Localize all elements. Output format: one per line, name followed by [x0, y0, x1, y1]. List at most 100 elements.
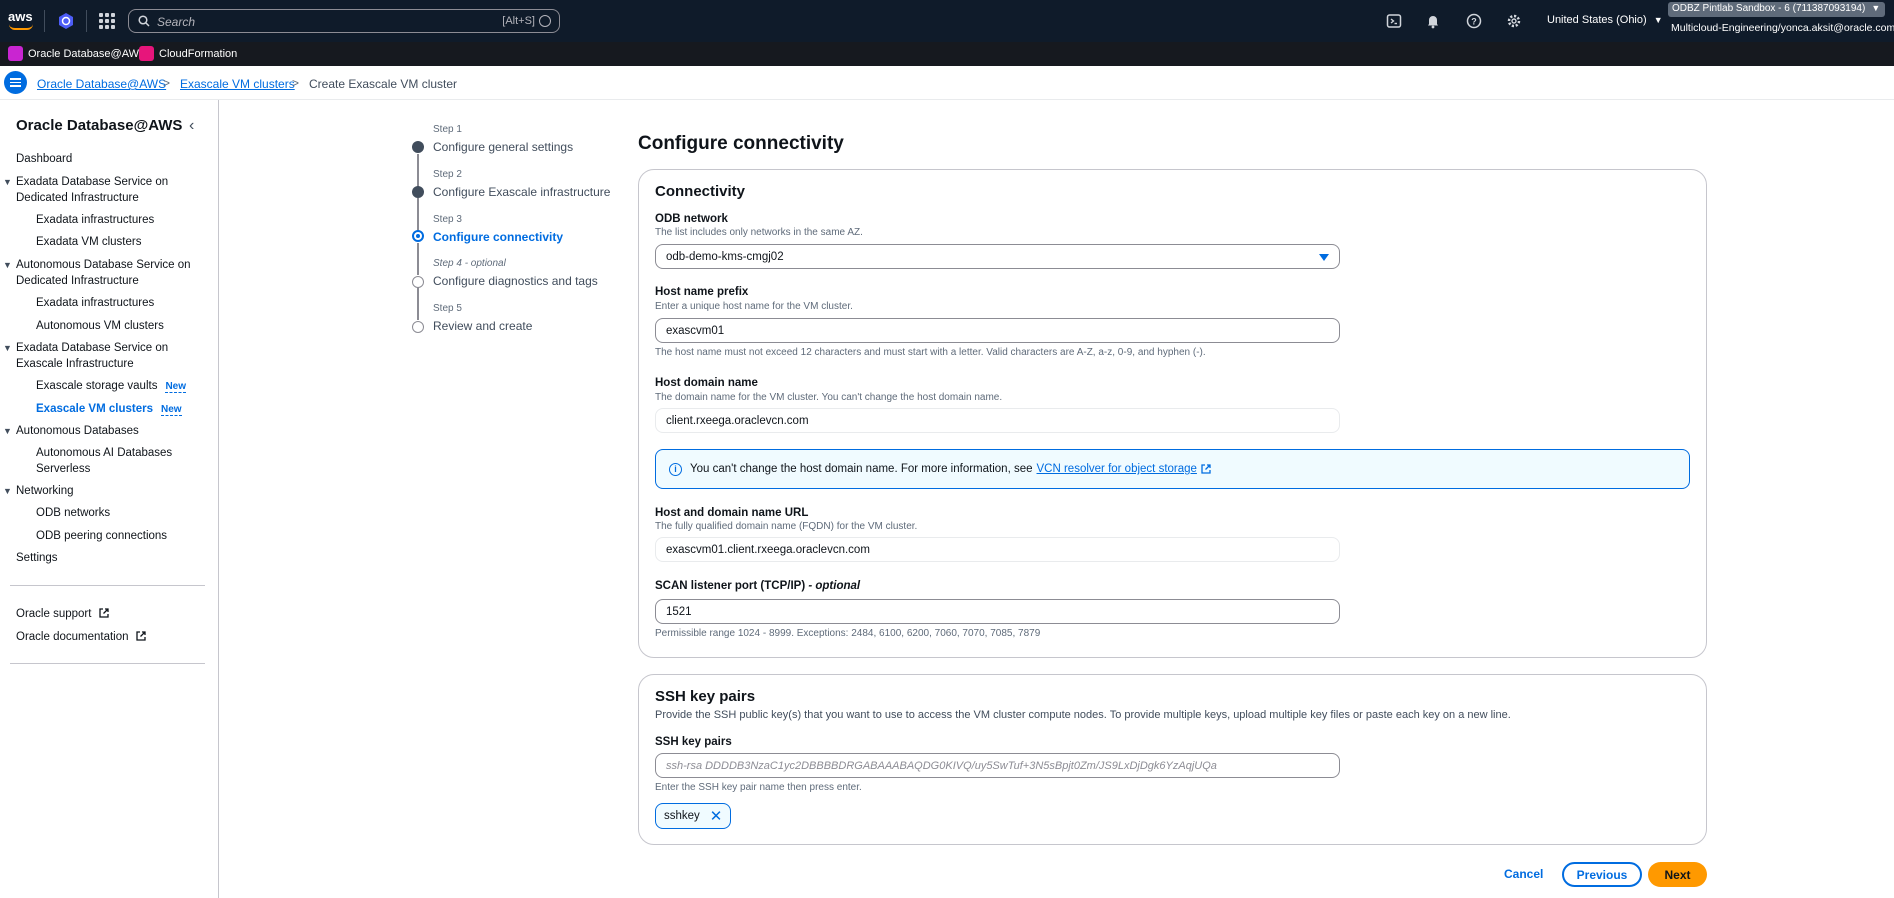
region-selector[interactable]: United States (Ohio) ▼: [1547, 14, 1663, 26]
search-input[interactable]: Search [Alt+S]: [128, 9, 560, 33]
sidebar-item-exascale-vm-clusters[interactable]: Exascale VM clusters New: [36, 401, 182, 418]
sidebar-divider: [10, 585, 205, 586]
cancel-button[interactable]: Cancel: [1504, 867, 1543, 881]
step-3-label: Configure connectivity: [433, 230, 564, 244]
account-caret-icon: ▼: [1871, 3, 1881, 13]
favorite-label: Oracle Database@AWS: [28, 47, 147, 60]
cloudformation-service-icon: [139, 46, 154, 61]
ssh-key-pairs-panel: SSH key pairs Provide the SSH public key…: [638, 674, 1707, 845]
favorite-cloudformation[interactable]: CloudFormation: [139, 46, 237, 61]
sidebar-item-dashboard[interactable]: Dashboard: [16, 151, 72, 167]
search-placeholder: Search: [157, 15, 196, 29]
new-badge: New: [161, 404, 182, 416]
step-4-indicator: [412, 276, 424, 288]
remove-token-icon[interactable]: ✕: [710, 809, 723, 824]
ssh-constraint: Enter the SSH key pair name then press e…: [655, 782, 862, 793]
host-prefix-constraint: The host name must not exceed 12 charact…: [655, 347, 1206, 358]
step-connector: [417, 287, 419, 320]
step-1-number: Step 1: [433, 124, 462, 135]
favorite-oracle-database[interactable]: Oracle Database@AWS: [8, 46, 146, 61]
scan-port-constraint: Permissible range 1024 - 8999. Exception…: [655, 628, 1041, 639]
step-connector: [417, 154, 419, 188]
sidebar-link-oracle-documentation[interactable]: Oracle documentation: [16, 629, 146, 645]
odb-network-label: ODB network: [655, 213, 728, 225]
sidebar-section-networking[interactable]: Networking: [16, 483, 74, 499]
new-badge: New: [165, 381, 187, 393]
account-menu[interactable]: ODBZ Pintlab Sandbox - 6 (711387093194) …: [1668, 2, 1886, 17]
help-icon[interactable]: ?: [1466, 13, 1482, 29]
account-user: Multicloud-Engineering/yonca.aksit@oracl…: [1671, 22, 1894, 34]
region-caret-icon: ▼: [1653, 15, 1663, 25]
account-name: ODBZ Pintlab Sandbox - 6 (711387093194): [1672, 3, 1866, 14]
sidebar-link-oracle-support[interactable]: Oracle support: [16, 606, 109, 622]
expand-triangle-icon[interactable]: ▼: [3, 426, 12, 436]
host-prefix-input[interactable]: exascvm01: [655, 318, 1340, 343]
svg-text:?: ?: [1471, 17, 1477, 27]
page-title: Configure connectivity: [638, 133, 844, 154]
sidebar-item-exadata-infrastructures[interactable]: Exadata infrastructures: [36, 212, 154, 228]
next-button[interactable]: Next: [1648, 862, 1707, 887]
step-1-link[interactable]: Configure general settings: [433, 140, 573, 154]
expand-triangle-icon[interactable]: ▼: [3, 486, 12, 496]
caret-down-icon: [1319, 254, 1329, 261]
host-prefix-label: Host name prefix: [655, 286, 749, 298]
sidebar-item-exascale-storage-vaults[interactable]: Exascale storage vaults New: [36, 378, 187, 395]
odb-network-description: The list includes only networks in the s…: [655, 227, 863, 238]
ssh-title: SSH key pairs: [655, 688, 756, 705]
step-2-link[interactable]: Configure Exascale infrastructure: [433, 185, 610, 199]
sidebar-section-autonomous-databases[interactable]: Autonomous Databases: [16, 423, 139, 439]
expand-triangle-icon[interactable]: ▼: [3, 260, 12, 270]
sidebar-title[interactable]: Oracle Database@AWS: [16, 117, 182, 134]
services-grid-icon[interactable]: [99, 13, 115, 29]
sidebar-item-autonomous-ai-databases[interactable]: Autonomous AI Databases Serverless: [36, 445, 186, 477]
sidebar-item-odb-networks[interactable]: ODB networks: [36, 505, 110, 521]
breadcrumb-oracle-database[interactable]: Oracle Database@AWS: [37, 77, 166, 91]
sidebar-divider: [10, 663, 205, 664]
alert-text: You can't change the host domain name. F…: [690, 463, 1033, 475]
expand-triangle-icon[interactable]: ▼: [3, 343, 12, 353]
sidebar-item-settings[interactable]: Settings: [16, 550, 58, 566]
sidebar-item-odb-peering-connections[interactable]: ODB peering connections: [36, 528, 167, 544]
step-connector: [417, 243, 419, 275]
odb-network-value: odb-demo-kms-cmgj02: [666, 250, 784, 263]
host-prefix-description: Enter a unique host name for the VM clus…: [655, 301, 853, 312]
previous-button[interactable]: Previous: [1562, 862, 1642, 887]
scan-port-input[interactable]: 1521: [655, 599, 1340, 624]
domain-info-alert: i You can't change the host domain name.…: [655, 449, 1690, 489]
scan-port-label: SCAN listener port (TCP/IP) - optional: [655, 580, 860, 592]
search-icon: [138, 15, 150, 27]
external-link-icon: [98, 608, 109, 618]
region-label: United States (Ohio): [1547, 14, 1647, 26]
host-domain-description: The domain name for the VM cluster. You …: [655, 392, 1003, 403]
aws-logo-text: aws: [8, 9, 33, 24]
ssh-key-token: sshkey ✕: [655, 803, 732, 829]
sidebar-section-autonomous-dedicated[interactable]: Autonomous Database Service on Dedicated…: [16, 257, 196, 289]
breadcrumb-bar: Oracle Database@AWS > Exascale VM cluste…: [0, 66, 1894, 100]
search-shortcut: [Alt+S]: [502, 15, 535, 27]
expand-triangle-icon[interactable]: ▼: [3, 177, 12, 187]
side-menu-toggle-button[interactable]: [4, 71, 27, 94]
unified-studio-icon[interactable]: [57, 12, 75, 30]
breadcrumb-exascale-vm-clusters[interactable]: Exascale VM clusters: [180, 77, 295, 91]
sidebar-item-adb-exadata-infrastructures[interactable]: Exadata infrastructures: [36, 295, 154, 311]
fqdn-field: exascvm01.client.rxeega.oraclevcn.com: [655, 537, 1340, 562]
host-domain-field: client.rxeega.oraclevcn.com: [655, 408, 1340, 433]
sidebar-item-label: Exascale VM clusters: [36, 403, 153, 415]
sidebar-item-autonomous-vm-clusters[interactable]: Autonomous VM clusters: [36, 318, 164, 334]
aws-logo[interactable]: aws: [8, 9, 34, 31]
odb-network-select[interactable]: odb-demo-kms-cmgj02: [655, 244, 1340, 269]
sidebar-item-exadata-vm-clusters[interactable]: Exadata VM clusters: [36, 234, 141, 250]
step-5-label: Review and create: [433, 319, 533, 333]
notifications-bell-icon[interactable]: [1425, 13, 1441, 29]
sidebar-section-exadata-dedicated[interactable]: Exadata Database Service on Dedicated In…: [16, 174, 186, 206]
sidebar-section-exascale[interactable]: Exadata Database Service on Exascale Inf…: [16, 340, 186, 372]
sidebar-collapse-icon[interactable]: ‹: [189, 117, 194, 135]
step-5-number: Step 5: [433, 303, 462, 314]
sidebar-item-label: Exascale storage vaults: [36, 380, 158, 392]
cloudshell-icon[interactable]: [1386, 13, 1402, 29]
connectivity-title: Connectivity: [655, 183, 746, 200]
settings-gear-icon[interactable]: [1506, 13, 1522, 29]
favorites-bar: Oracle Database@AWS CloudFormation: [0, 42, 1894, 66]
ssh-key-input[interactable]: ssh-rsa DDDDB3NzaC1yc2DBBBBDRGABAAABAQDG…: [655, 753, 1340, 778]
vcn-resolver-link[interactable]: VCN resolver for object storage: [1037, 463, 1197, 475]
